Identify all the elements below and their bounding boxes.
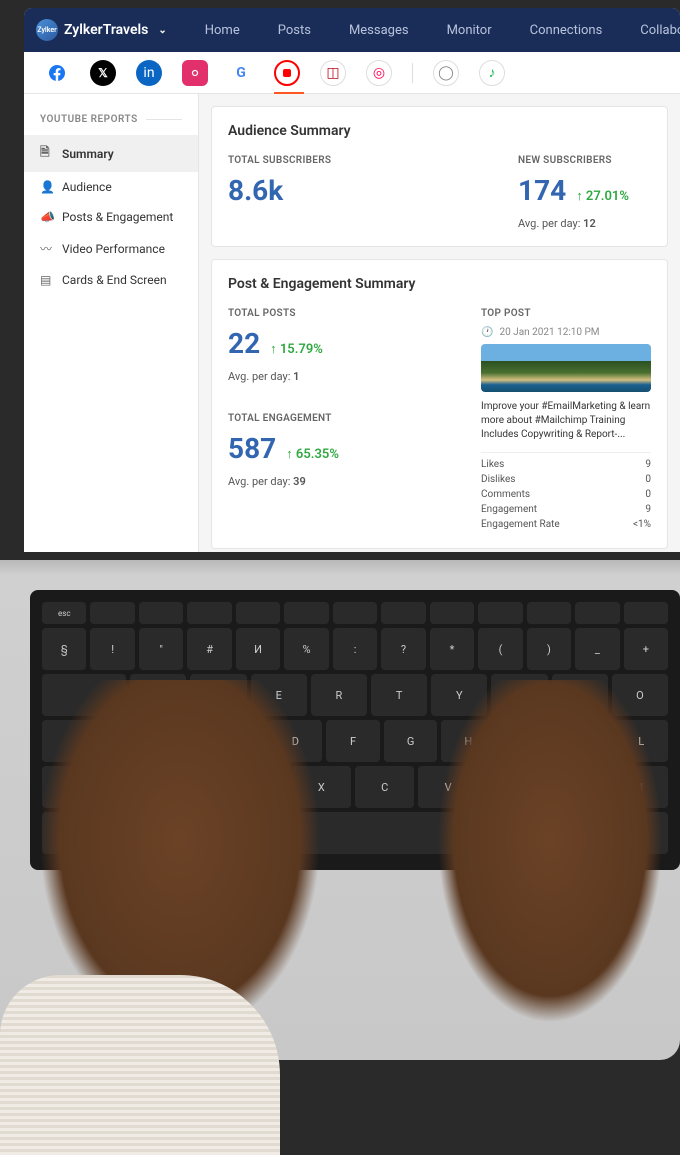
social-platform-bar: 𝕏 in G ◫ ◎ ◯ ♪ <box>24 52 680 94</box>
sidebar-item-video-performance[interactable]: 〰 Video Performance <box>24 232 198 265</box>
sidebar-item-label: Audience <box>62 180 112 194</box>
audience-summary-panel: Audience Summary TOTAL SUBSCRIBERS 8.6k … <box>211 106 668 247</box>
sidebar-item-audience[interactable]: 👤 Audience <box>24 172 198 202</box>
sidebar-item-summary[interactable]: 🗎 Summary <box>24 135 198 172</box>
instagram-icon[interactable] <box>182 60 208 86</box>
screen: Zylker ZylkerTravels ⌄ Home Posts Messag… <box>24 8 680 552</box>
laptop-frame: Zylker ZylkerTravels ⌄ Home Posts Messag… <box>0 0 680 1155</box>
post-engagement-panel: Post & Engagement Summary TOTAL POSTS 22… <box>211 259 668 549</box>
sidebar-item-label: Cards & End Screen <box>62 273 167 287</box>
divider <box>412 63 413 83</box>
metric-total-subscribers: TOTAL SUBSCRIBERS 8.6k <box>228 155 478 230</box>
brand-name: ZylkerTravels <box>64 22 148 38</box>
metric-avg: Avg. per day: 39 <box>228 475 461 488</box>
facebook-icon[interactable] <box>44 60 70 86</box>
metric-change: ↑ 65.35% <box>286 446 339 462</box>
threads-icon[interactable]: ◯ <box>433 60 459 86</box>
clock-icon: 🕐 <box>481 327 493 338</box>
top-post-label: TOP POST <box>481 308 651 319</box>
sidebar-header: YOUTUBE REPORTS <box>24 106 198 135</box>
metric-new-subscribers: NEW SUBSCRIBERS 174 ↑ 27.01% Avg. per da… <box>518 155 629 230</box>
nav-collaborate[interactable]: Collaborate <box>630 17 680 44</box>
chevron-down-icon: ⌄ <box>158 25 166 36</box>
laptop-body: esc §!"#И%:?*()_+ QWERTYUIO ASDFGHJ₽L ZX… <box>0 560 680 1060</box>
metric-change: ↑ 15.79% <box>270 341 323 357</box>
google-icon[interactable]: G <box>228 60 254 86</box>
linkedin-icon[interactable]: in <box>136 60 162 86</box>
youtube-icon[interactable] <box>274 60 300 86</box>
content-area: Audience Summary TOTAL SUBSCRIBERS 8.6k … <box>199 94 680 552</box>
metric-value: 8.6k <box>228 174 283 207</box>
metric-label: NEW SUBSCRIBERS <box>518 155 629 166</box>
metric-value: 174 <box>518 174 566 207</box>
summary-icon: 🗎 <box>40 143 54 164</box>
main-area: YOUTUBE REPORTS 🗎 Summary 👤 Audience 📣 P… <box>24 94 680 552</box>
x-icon[interactable]: 𝕏 <box>90 60 116 86</box>
panel-title: Post & Engagement Summary <box>228 276 651 292</box>
active-tab-underline <box>274 92 304 94</box>
brand-selector[interactable]: Zylker ZylkerTravels ⌄ <box>36 19 167 41</box>
nav-home[interactable]: Home <box>195 17 250 44</box>
tiktok-icon[interactable]: ◎ <box>366 60 392 86</box>
pinterest-icon[interactable]: ◫ <box>320 60 346 86</box>
metric-value: 587 <box>228 432 276 465</box>
top-post: TOP POST 🕐 20 Jan 2021 12:10 PM Improve … <box>481 308 651 532</box>
sidebar: YOUTUBE REPORTS 🗎 Summary 👤 Audience 📣 P… <box>24 94 199 552</box>
nav-posts[interactable]: Posts <box>268 17 321 44</box>
stat-comments: Comments 0 <box>481 487 651 502</box>
cards-icon: ▤ <box>40 273 54 287</box>
stat-engagement: Engagement 9 <box>481 502 651 517</box>
stat-engagement-rate: Engagement Rate <1% <box>481 517 651 532</box>
metric-avg: Avg. per day: 12 <box>518 217 629 230</box>
nav-messages[interactable]: Messages <box>339 17 419 44</box>
metric-label: TOTAL ENGAGEMENT <box>228 413 461 424</box>
sidebar-item-posts-engagement[interactable]: 📣 Posts & Engagement <box>24 202 198 232</box>
nav-monitor[interactable]: Monitor <box>437 17 502 44</box>
spotify-icon[interactable]: ♪ <box>479 60 505 86</box>
top-post-date: 🕐 20 Jan 2021 12:10 PM <box>481 327 651 338</box>
metric-total-engagement: TOTAL ENGAGEMENT 587 ↑ 65.35% Avg. per d… <box>228 413 461 488</box>
chart-icon: 〰 <box>40 240 54 257</box>
metric-avg: Avg. per day: 1 <box>228 370 461 383</box>
sidebar-item-label: Posts & Engagement <box>62 210 173 224</box>
megaphone-icon: 📣 <box>40 210 54 224</box>
sidebar-item-label: Summary <box>62 147 114 161</box>
metric-change: ↑ 27.01% <box>576 188 629 204</box>
top-post-text: Improve your #EmailMarketing & learn mor… <box>481 400 651 442</box>
metric-total-posts: TOTAL POSTS 22 ↑ 15.79% Avg. per day: 1 <box>228 308 461 383</box>
top-post-thumbnail[interactable] <box>481 344 651 392</box>
engagement-metrics: TOTAL POSTS 22 ↑ 15.79% Avg. per day: 1 <box>228 308 461 532</box>
stat-dislikes: Dislikes 0 <box>481 472 651 487</box>
nav-items: Home Posts Messages Monitor Connections … <box>195 9 680 51</box>
sidebar-item-label: Video Performance <box>62 242 165 256</box>
brand-logo: Zylker <box>36 19 58 41</box>
stat-likes: Likes 9 <box>481 452 651 472</box>
nav-connections[interactable]: Connections <box>520 17 613 44</box>
panel-title: Audience Summary <box>228 123 651 139</box>
audience-icon: 👤 <box>40 180 54 194</box>
metric-label: TOTAL SUBSCRIBERS <box>228 155 478 166</box>
sidebar-item-cards-end-screen[interactable]: ▤ Cards & End Screen <box>24 265 198 295</box>
metric-label: TOTAL POSTS <box>228 308 461 319</box>
metrics-row: TOTAL SUBSCRIBERS 8.6k NEW SUBSCRIBERS 1… <box>228 155 651 230</box>
keyboard: esc §!"#И%:?*()_+ QWERTYUIO ASDFGHJ₽L ZX… <box>30 590 680 870</box>
top-nav: Zylker ZylkerTravels ⌄ Home Posts Messag… <box>24 8 680 52</box>
metric-value: 22 <box>228 327 260 360</box>
